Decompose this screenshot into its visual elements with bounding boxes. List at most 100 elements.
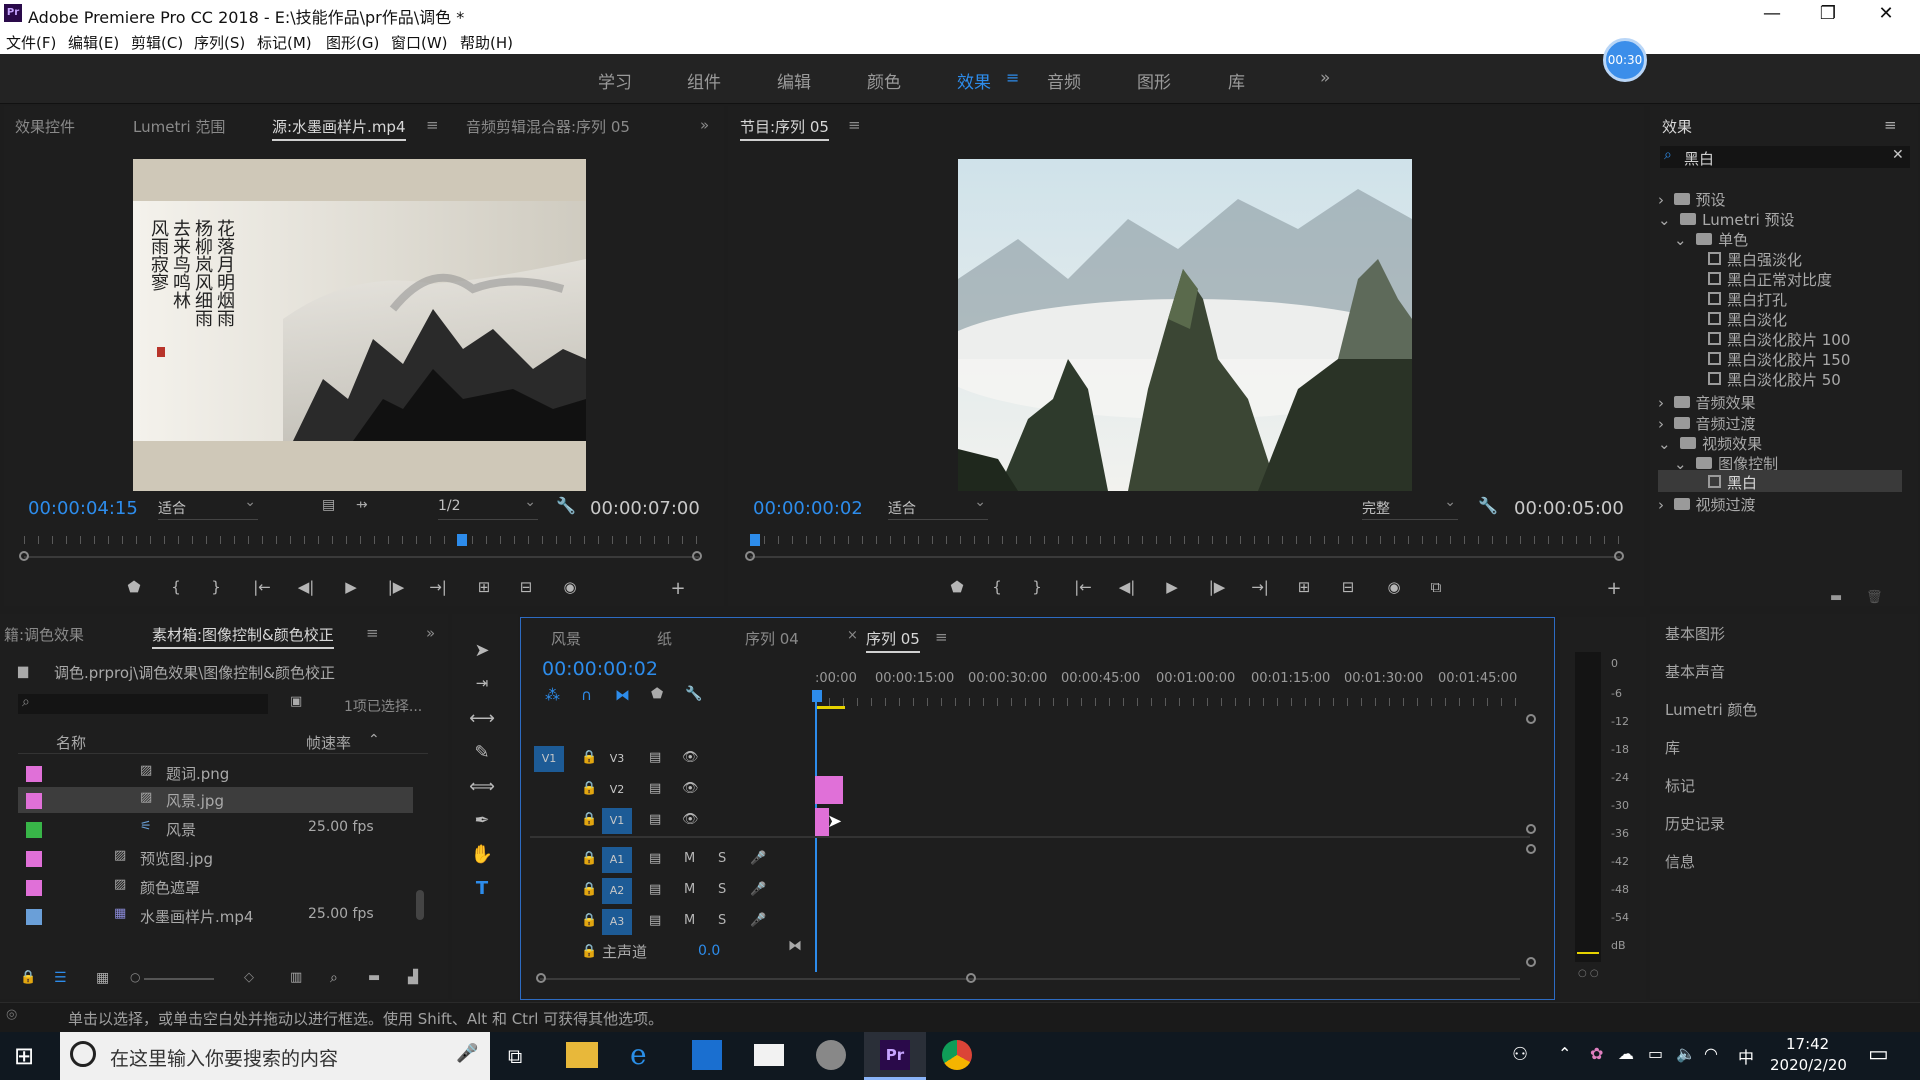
solo-button[interactable]: S — [718, 882, 726, 897]
source-playhead[interactable] — [457, 534, 467, 546]
clip-v2[interactable] — [815, 776, 843, 804]
mute-button[interactable]: M — [684, 851, 695, 866]
video-scroll-handle-bottom[interactable] — [1526, 824, 1536, 834]
list-item[interactable]: ▨ 颜色遮罩 — [18, 874, 413, 900]
source-patch-v1[interactable]: V1 — [534, 746, 564, 772]
solo-button[interactable]: S — [718, 913, 726, 928]
find-icon[interactable]: ⌕ — [330, 970, 338, 986]
work-area-bar[interactable] — [817, 706, 845, 709]
source-fit-dropdown[interactable]: 适合 — [158, 494, 258, 520]
toggle-visibility-icon[interactable]: 👁 — [682, 781, 699, 796]
program-step-back-icon[interactable]: ◀| — [1115, 578, 1139, 596]
timeline-time-ruler[interactable] — [815, 698, 1525, 706]
tree-item-bw-fade[interactable]: 黑白淡化 — [1708, 309, 1787, 330]
insert-icon[interactable]: ⇸ — [356, 497, 368, 513]
menu-window[interactable]: 窗口(W) — [391, 32, 448, 53]
play-icon[interactable]: ▶ — [339, 578, 363, 596]
project-scrollbar[interactable] — [416, 890, 424, 920]
tree-item-bw-strong-fade[interactable]: 黑白强淡化 — [1708, 249, 1802, 270]
track-target-v2[interactable]: V2 — [602, 777, 632, 803]
program-zoom-handle-left[interactable] — [745, 551, 755, 561]
program-play-icon[interactable]: ▶ — [1160, 578, 1184, 596]
workspace-color[interactable]: 颜色 — [867, 68, 901, 93]
linked-selection-icon[interactable]: ⧓ — [615, 686, 630, 704]
clock-time[interactable]: 17:42 — [1786, 1035, 1829, 1053]
panel-libraries[interactable]: 库 — [1665, 737, 1680, 758]
audio-scroll-handle-top[interactable] — [1526, 844, 1536, 854]
toggle-visibility-icon[interactable]: 👁 — [682, 812, 699, 827]
panel-markers[interactable]: 标记 — [1665, 775, 1695, 796]
timeline-timecode[interactable]: 00:00:00:02 — [542, 658, 658, 680]
battery-icon[interactable]: ▭ — [1648, 1044, 1663, 1063]
program-scrub-bar[interactable] — [750, 556, 1620, 558]
menu-marker[interactable]: 标记(M) — [257, 32, 312, 53]
workspace-assembly[interactable]: 组件 — [687, 68, 721, 93]
tree-item-bw-normal-contrast[interactable]: 黑白正常对比度 — [1708, 269, 1832, 290]
comparison-view-icon[interactable]: ⧉ — [1424, 578, 1448, 596]
project-search-input[interactable]: ⌕ — [18, 694, 268, 714]
tray-app-icon[interactable]: ✿ — [1590, 1044, 1603, 1063]
workspace-editing[interactable]: 编辑 — [777, 68, 811, 93]
program-export-frame-icon[interactable]: ◉ — [1382, 578, 1406, 596]
program-zoom-handle-right[interactable] — [1614, 551, 1624, 561]
program-mark-out-icon[interactable]: } — [1025, 578, 1049, 596]
sync-lock-icon[interactable]: ▤ — [649, 812, 661, 827]
toggle-visibility-icon[interactable]: 👁 — [682, 750, 699, 765]
overwrite-clip-icon[interactable]: ⊟ — [514, 578, 538, 596]
column-fps[interactable]: 帧速率 — [306, 732, 351, 753]
add-marker-icon[interactable]: ⬟ — [122, 578, 146, 596]
razor-tool-icon[interactable]: ✎ — [468, 742, 496, 770]
minimize-button[interactable]: — — [1744, 0, 1800, 28]
mark-out-icon[interactable]: } — [204, 578, 228, 596]
lift-icon[interactable]: ⊞ — [1292, 578, 1316, 596]
more-tabs-icon[interactable]: » — [700, 116, 709, 134]
menu-edit[interactable]: 编辑(E) — [68, 32, 119, 53]
new-item-icon[interactable]: ▟ — [408, 970, 418, 985]
track-lock-icon[interactable]: 🔒 — [581, 882, 597, 897]
list-item[interactable]: ▨ 题词.png — [18, 760, 413, 786]
new-bin-icon[interactable]: ▬ — [1830, 590, 1842, 605]
timeline-horizontal-scrollbar[interactable] — [540, 978, 1520, 980]
track-target-a1[interactable]: A1 — [602, 847, 632, 873]
source-zoom-handle-left[interactable] — [19, 551, 29, 561]
go-to-end-icon[interactable]: ⧓ — [788, 938, 802, 954]
workspace-learn[interactable]: 学习 — [598, 68, 632, 93]
program-go-to-in-icon[interactable]: |← — [1071, 578, 1095, 596]
track-lock-icon[interactable]: 🔒 — [581, 851, 597, 866]
go-to-out-icon[interactable]: →| — [426, 578, 450, 596]
source-timecode[interactable]: 00:00:04:15 — [28, 498, 138, 519]
tab-audio-clip-mixer[interactable]: 音频剪辑混合器:序列 05 — [466, 116, 630, 137]
export-frame-icon[interactable]: ▤ — [322, 497, 335, 513]
list-view-icon[interactable]: ☰ — [54, 970, 67, 986]
taskbar-search-box[interactable]: 在这里输入你要搜索的内容 🎤 — [60, 1032, 490, 1080]
tree-item-video-effects[interactable]: ⌄ 视频效果 — [1658, 433, 1762, 454]
column-name[interactable]: 名称 — [56, 732, 86, 753]
export-frame-camera-icon[interactable]: ◉ — [558, 578, 582, 596]
sort-icon[interactable]: ◇ — [244, 970, 254, 985]
panel-history[interactable]: 历史记录 — [1665, 813, 1725, 834]
timeline-zoom-handle-right[interactable] — [966, 973, 976, 983]
label-color-swatch[interactable] — [26, 880, 42, 896]
tab-effect-controls[interactable]: 效果控件 — [15, 116, 75, 137]
task-view-icon[interactable]: ⧉ — [508, 1044, 522, 1068]
tab-bin[interactable]: 素材箱:图像控制&颜色校正 — [152, 624, 334, 649]
voiceover-mic-icon[interactable]: 🎤 — [750, 851, 766, 866]
store-icon[interactable] — [692, 1040, 722, 1070]
label-color-swatch[interactable] — [26, 909, 42, 925]
tree-item-audio-effects[interactable]: › 音频效果 — [1658, 392, 1756, 413]
source-time-ruler[interactable] — [24, 536, 699, 544]
selection-tool-icon[interactable]: ➤ — [468, 640, 496, 668]
maximize-button[interactable]: ❐ — [1800, 0, 1856, 28]
settings-wrench-icon[interactable]: 🔧 — [556, 496, 576, 515]
workspace-graphics[interactable]: 图形 — [1137, 68, 1171, 93]
tab-lumetri-scopes[interactable]: Lumetri 范围 — [133, 116, 225, 137]
nest-toggle-icon[interactable]: ⁂ — [545, 686, 560, 704]
tab-sequence-04[interactable]: 序列 04 — [745, 628, 799, 649]
panel-essential-graphics[interactable]: 基本图形 — [1665, 623, 1725, 644]
hand-tool-icon[interactable]: ✋ — [468, 844, 496, 872]
tree-item-audio-transitions[interactable]: › 音频过渡 — [1658, 413, 1756, 434]
menu-graphics[interactable]: 图形(G) — [326, 32, 379, 53]
tab-sequence-05[interactable]: 序列 05 — [866, 628, 920, 653]
program-settings-wrench-icon[interactable]: 🔧 — [1478, 496, 1498, 515]
program-timecode[interactable]: 00:00:00:02 — [753, 498, 863, 519]
